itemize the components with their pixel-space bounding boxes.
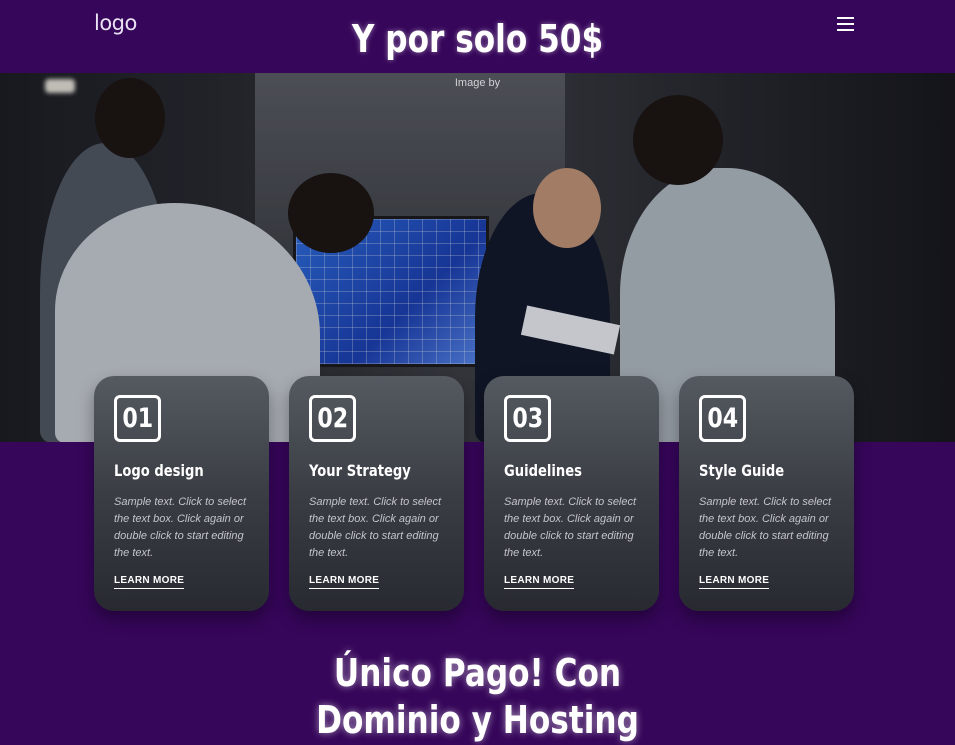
card-title: Your Strategy — [309, 461, 411, 480]
card-number: 01 — [114, 395, 161, 442]
card-title: Style Guide — [699, 461, 785, 480]
section-title-line-2: Dominio y Hosting — [316, 698, 639, 742]
section-title: Único Pago! Con Dominio y Hosting — [86, 650, 869, 744]
learn-more-link[interactable]: LEARN MORE — [699, 575, 770, 589]
feature-card-1: 01 Logo design Sample text. Click to sel… — [94, 376, 269, 611]
section-title-line-1: Único Pago! Con — [333, 651, 622, 695]
card-text: Sample text. Click to select the text bo… — [504, 496, 637, 559]
site-header: logo Y por solo 50$ — [0, 0, 955, 73]
card-text: Sample text. Click to select the text bo… — [699, 496, 832, 559]
learn-more-link[interactable]: LEARN MORE — [504, 575, 575, 589]
card-text: Sample text. Click to select the text bo… — [114, 496, 247, 559]
card-number: 03 — [504, 395, 551, 442]
feature-card-2: 02 Your Strategy Sample text. Click to s… — [289, 376, 464, 611]
card-number: 02 — [309, 395, 356, 442]
learn-more-link[interactable]: LEARN MORE — [114, 575, 185, 589]
feature-card-4: 04 Style Guide Sample text. Click to sel… — [679, 376, 854, 611]
learn-more-link[interactable]: LEARN MORE — [309, 575, 380, 589]
hamburger-menu-icon[interactable] — [837, 17, 854, 31]
card-number: 04 — [699, 395, 746, 442]
feature-card-3: 03 Guidelines Sample text. Click to sele… — [484, 376, 659, 611]
image-credit[interactable]: Image by — [0, 77, 955, 89]
card-text: Sample text. Click to select the text bo… — [309, 496, 442, 559]
card-title: Guidelines — [504, 461, 582, 480]
card-title: Logo design — [114, 461, 204, 480]
page-headline: Y por solo 50$ — [351, 17, 604, 61]
